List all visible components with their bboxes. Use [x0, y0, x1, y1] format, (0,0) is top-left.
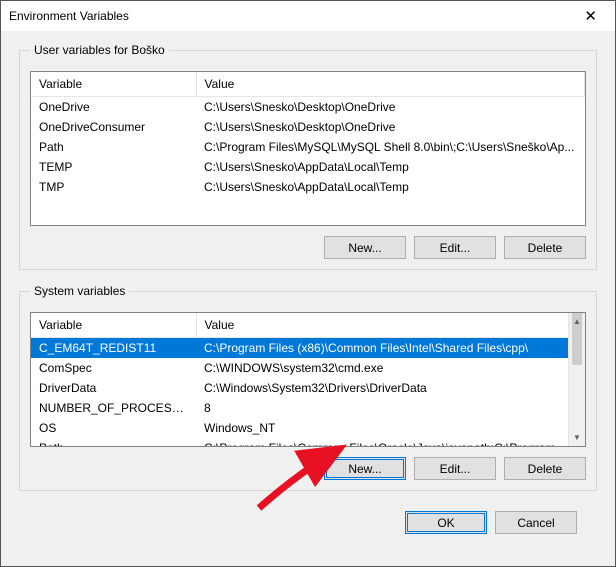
titlebar: Environment Variables ✕	[1, 1, 615, 31]
close-icon[interactable]: ✕	[574, 3, 607, 29]
table-row[interactable]: OneDriveC:\Users\Snesko\Desktop\OneDrive	[31, 97, 585, 118]
table-row[interactable]: TMPC:\Users\Snesko\AppData\Local\Temp	[31, 177, 585, 197]
system-variables-legend: System variables	[30, 284, 129, 298]
table-row[interactable]: NUMBER_OF_PROCESSORS8	[31, 398, 585, 418]
system-edit-button[interactable]: Edit...	[414, 457, 496, 480]
scroll-down-icon[interactable]: ▼	[569, 429, 585, 446]
scrollbar[interactable]: ▲ ▼	[568, 313, 585, 446]
system-variables-table[interactable]: Variable Value C_EM64T_REDIST11C:\Progra…	[30, 312, 586, 447]
column-header-value[interactable]: Value	[196, 72, 585, 97]
cancel-button[interactable]: Cancel	[495, 511, 577, 534]
user-edit-button[interactable]: Edit...	[414, 236, 496, 259]
user-variables-legend: User variables for Boško	[30, 43, 169, 57]
column-header-variable[interactable]: Variable	[31, 72, 196, 97]
scroll-up-icon[interactable]: ▲	[569, 313, 585, 330]
table-row[interactable]: TEMPC:\Users\Snesko\AppData\Local\Temp	[31, 157, 585, 177]
table-row[interactable]: OneDriveConsumerC:\Users\Snesko\Desktop\…	[31, 117, 585, 137]
user-variables-group: User variables for Boško Variable Value …	[19, 43, 597, 270]
table-row[interactable]: PathC:\Program Files\MySQL\MySQL Shell 8…	[31, 137, 585, 157]
table-row[interactable]: ComSpecC:\WINDOWS\system32\cmd.exe	[31, 358, 585, 378]
table-row[interactable]: C_EM64T_REDIST11C:\Program Files (x86)\C…	[31, 338, 585, 359]
table-row[interactable]: DriverDataC:\Windows\System32\Drivers\Dr…	[31, 378, 585, 398]
ok-button[interactable]: OK	[405, 511, 487, 534]
table-row[interactable]: OSWindows_NT	[31, 418, 585, 438]
system-delete-button[interactable]: Delete	[504, 457, 586, 480]
user-delete-button[interactable]: Delete	[504, 236, 586, 259]
column-header-value[interactable]: Value	[196, 313, 585, 338]
table-row[interactable]: PathC:\Program Files\Common Files\Oracle…	[31, 438, 585, 447]
system-variables-group: System variables Variable Value C_EM64T_…	[19, 284, 597, 491]
column-header-variable[interactable]: Variable	[31, 313, 196, 338]
user-new-button[interactable]: New...	[324, 236, 406, 259]
user-variables-table[interactable]: Variable Value OneDriveC:\Users\Snesko\D…	[30, 71, 586, 226]
environment-variables-dialog: Environment Variables ✕ User variables f…	[0, 0, 616, 567]
window-title: Environment Variables	[9, 9, 574, 23]
system-new-button[interactable]: New...	[324, 457, 406, 480]
